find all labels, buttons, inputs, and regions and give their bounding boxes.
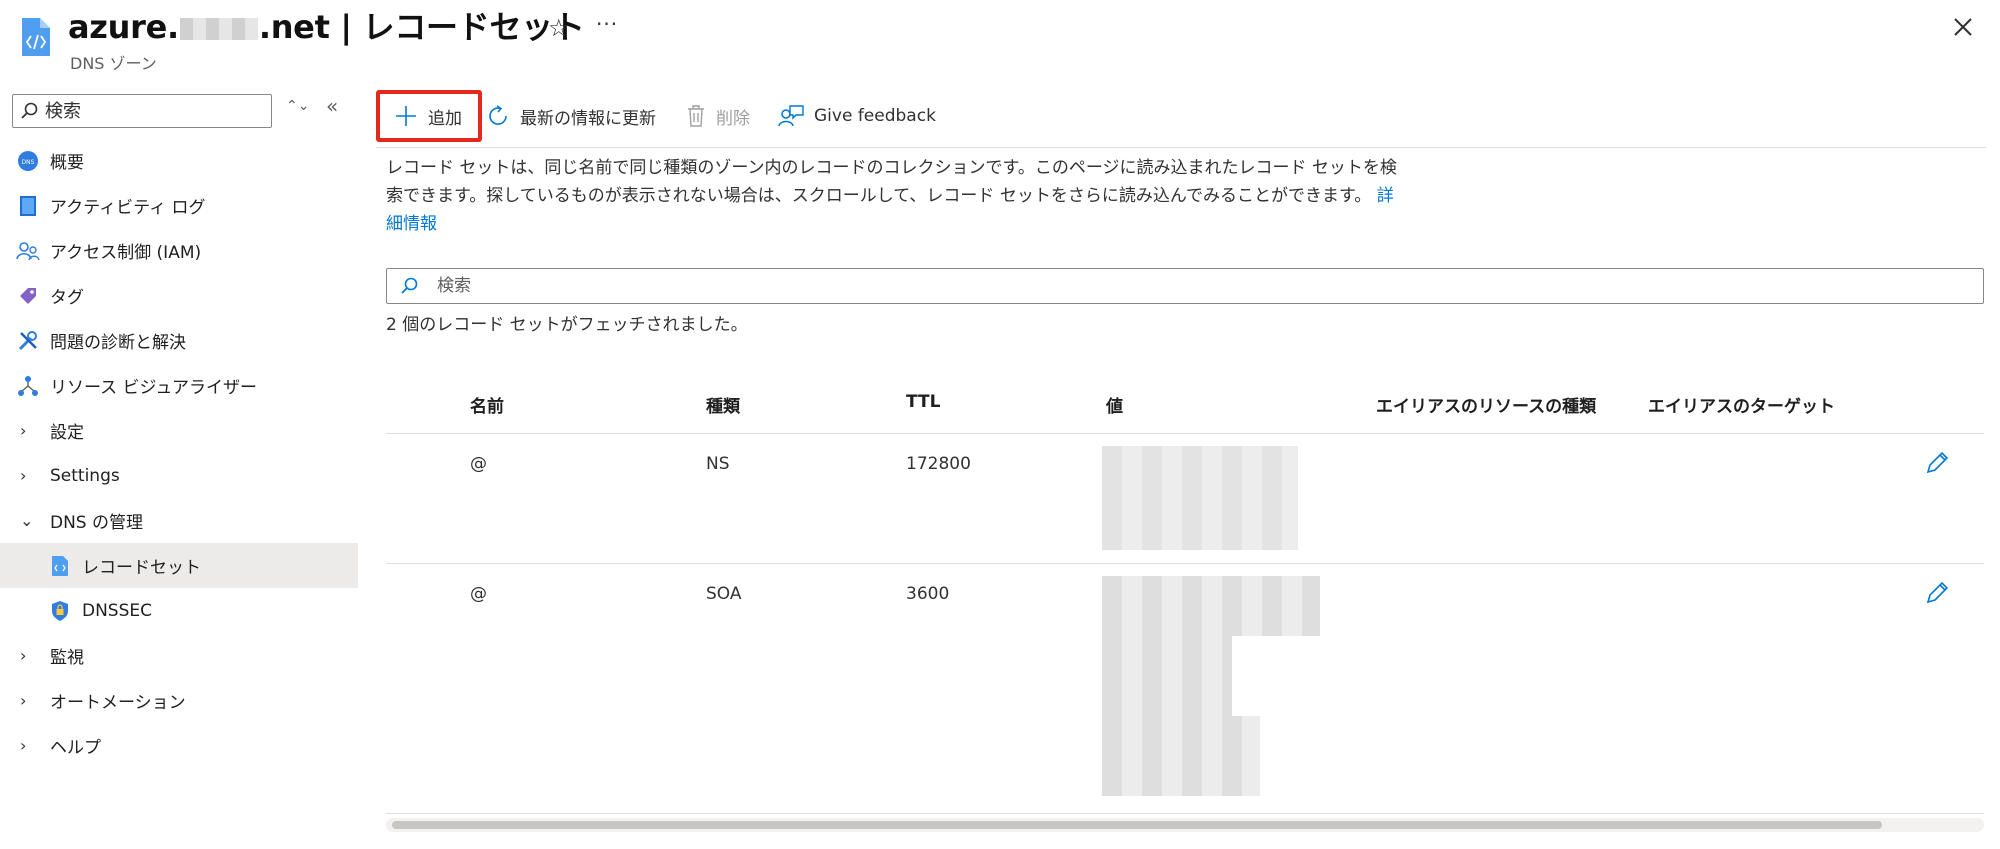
cell-name: @ [470, 584, 487, 604]
column-header-alias-target[interactable]: エイリアスのターゲット [1648, 392, 1835, 417]
sidebar-group-automation[interactable]: › オートメーション [0, 678, 358, 723]
dns-icon: DNS [16, 149, 40, 173]
chevron-right-icon: › [20, 736, 27, 755]
tag-icon [16, 284, 40, 308]
sidebar-search[interactable] [12, 94, 272, 128]
sidebar-item-activity-log[interactable]: アクティビティ ログ [0, 183, 358, 228]
column-header-ttl[interactable]: TTL [906, 392, 940, 412]
sidebar-item-iam[interactable]: アクセス制御 (IAM) [0, 228, 358, 273]
scrollbar-thumb[interactable] [392, 821, 1882, 829]
chevron-right-icon: › [20, 421, 27, 440]
table-row[interactable]: @ NS 172800 [386, 434, 1984, 564]
collapse-sidebar-icon[interactable]: « [326, 94, 338, 118]
sidebar-group-settings-ja[interactable]: › 設定 [0, 408, 358, 453]
fetched-count: 2 個のレコード セットがフェッチされました。 [386, 315, 748, 335]
column-header-type[interactable]: 種類 [706, 392, 740, 417]
sidebar-item-resource-visualizer[interactable]: リソース ビジュアライザー [0, 363, 358, 408]
cell-type: SOA [706, 584, 742, 604]
column-header-name[interactable]: 名前 [470, 392, 504, 417]
horizontal-scrollbar[interactable] [386, 818, 1984, 832]
wrench-icon [16, 329, 40, 353]
redacted-domain [179, 18, 258, 40]
cell-ttl: 3600 [906, 584, 950, 604]
close-icon[interactable] [1948, 12, 1978, 42]
plus-icon [394, 104, 418, 128]
add-button[interactable]: 追加 [376, 90, 482, 142]
sidebar-nav: DNS 概要 アクティビティ ログ アクセス制御 (IAM) タグ 問題の診断と… [0, 138, 358, 768]
edit-pencil-icon[interactable] [1924, 450, 1950, 476]
sort-toggle-icon[interactable]: ⌃⌄ [286, 98, 309, 114]
sidebar-item-tags[interactable]: タグ [0, 273, 358, 318]
more-options-icon[interactable]: ··· [596, 12, 618, 36]
page-title: azure. .net | レコードセット [68, 8, 585, 46]
sidebar-item-diagnose[interactable]: 問題の診断と解決 [0, 318, 358, 363]
recordset-file-icon [22, 18, 50, 56]
chevron-right-icon: › [20, 691, 27, 710]
recordset-filter[interactable] [386, 268, 1984, 304]
column-header-alias-resource-type[interactable]: エイリアスのリソースの種類 [1376, 392, 1596, 417]
chevron-right-icon: › [20, 466, 27, 485]
cell-type: NS [706, 454, 730, 474]
refresh-button[interactable]: 最新の情報に更新 [486, 90, 656, 142]
cell-name: @ [470, 454, 487, 474]
people-icon [16, 239, 40, 263]
recordset-icon [48, 554, 72, 578]
cell-ttl: 172800 [906, 454, 971, 474]
chevron-down-icon: ⌄ [20, 511, 34, 530]
sidebar-group-dns-management[interactable]: ⌄ DNS の管理 [0, 498, 358, 543]
delete-button[interactable]: 削除 [686, 90, 750, 142]
page-subtitle: DNS ゾーン [70, 54, 157, 73]
recordset-search-input[interactable] [437, 274, 1437, 298]
shield-icon [48, 599, 72, 623]
redacted-value [1102, 576, 1320, 796]
search-icon [21, 102, 38, 119]
chevron-right-icon: › [20, 646, 27, 665]
table-row[interactable]: @ SOA 3600 [386, 564, 1984, 814]
edit-pencil-icon[interactable] [1924, 580, 1950, 606]
refresh-icon [486, 104, 510, 128]
sidebar-item-overview[interactable]: DNS 概要 [0, 138, 358, 183]
sidebar-group-settings[interactable]: › Settings [0, 453, 358, 498]
column-header-value[interactable]: 値 [1106, 392, 1123, 417]
table-header: 名前 種類 TTL 値 エイリアスのリソースの種類 エイリアスのターゲット [386, 378, 1984, 434]
recordset-table: 名前 種類 TTL 値 エイリアスのリソースの種類 エイリアスのターゲット @ … [386, 378, 1984, 814]
description-text: レコード セットは、同じ名前で同じ種類のゾーン内のレコードのコレクションです。こ… [386, 158, 1397, 234]
sidebar: ⌃⌄ « DNS 概要 アクティビティ ログ アクセス制御 (IAM) タグ 問… [0, 86, 358, 849]
give-feedback-button[interactable]: Give feedback [778, 90, 936, 142]
sidebar-item-recordsets[interactable]: レコードセット [0, 543, 358, 588]
sidebar-group-help[interactable]: › ヘルプ [0, 723, 358, 768]
sidebar-group-monitoring[interactable]: › 監視 [0, 633, 358, 678]
sidebar-item-dnssec[interactable]: DNSSEC [0, 588, 358, 633]
redacted-value [1102, 446, 1298, 550]
svg-text:DNS: DNS [22, 159, 35, 166]
sidebar-search-input[interactable] [45, 99, 265, 123]
feedback-icon [778, 104, 804, 128]
command-bar: 追加 最新の情報に更新 削除 Give feedback [376, 90, 1986, 148]
activity-log-icon [16, 194, 40, 218]
blade-header: azure. .net | レコードセット DNS ゾーン ☆ ··· [0, 0, 2000, 86]
search-icon [401, 277, 418, 294]
favorite-star-icon[interactable]: ☆ [548, 14, 570, 42]
hierarchy-icon [16, 374, 40, 398]
trash-icon [686, 104, 706, 128]
